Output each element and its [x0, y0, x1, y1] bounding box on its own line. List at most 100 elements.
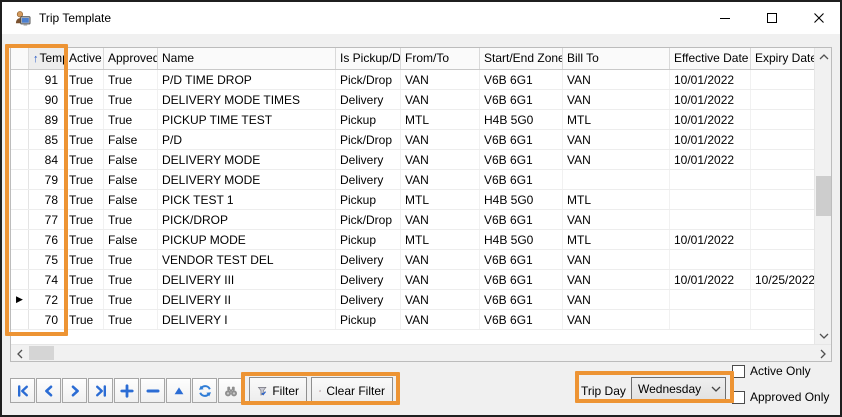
cell-temp[interactable]: 84: [29, 150, 65, 169]
first-record-button[interactable]: [10, 378, 35, 403]
row-selector[interactable]: [11, 90, 29, 109]
cell-expiry-date[interactable]: [751, 210, 814, 229]
row-selector[interactable]: [11, 210, 29, 229]
row-selector[interactable]: [11, 310, 29, 329]
table-row[interactable]: 75TrueTrueVENDOR TEST DELDeliveryVANV6B …: [11, 250, 814, 270]
column-header-start-end-zone[interactable]: Start/End Zone: [480, 48, 563, 69]
cell-start-end-zone[interactable]: V6B 6G1: [480, 290, 563, 309]
cell-name[interactable]: PICKUP MODE: [158, 230, 336, 249]
row-selector[interactable]: [11, 170, 29, 189]
vertical-scrollbar[interactable]: [814, 48, 831, 344]
cell-approved[interactable]: True: [104, 290, 158, 309]
row-selector[interactable]: [11, 230, 29, 249]
cell-active[interactable]: True: [65, 270, 104, 289]
cell-effective-date[interactable]: 10/01/2022: [670, 270, 751, 289]
cell-expiry-date[interactable]: [751, 310, 814, 329]
horizontal-scroll-thumb[interactable]: [29, 346, 54, 360]
table-row[interactable]: 85TrueFalseP/DPick/DropVANV6B 6G1VAN10/0…: [11, 130, 814, 150]
cell-bill-to[interactable]: VAN: [563, 150, 670, 169]
cell-bill-to[interactable]: VAN: [563, 270, 670, 289]
cell-from-to[interactable]: VAN: [401, 70, 480, 89]
cell-active[interactable]: True: [65, 230, 104, 249]
cell-effective-date[interactable]: [670, 170, 751, 189]
cell-from-to[interactable]: VAN: [401, 90, 480, 109]
cell-active[interactable]: True: [65, 90, 104, 109]
cell-temp[interactable]: 78: [29, 190, 65, 209]
cell-name[interactable]: VENDOR TEST DEL: [158, 250, 336, 269]
cell-from-to[interactable]: MTL: [401, 110, 480, 129]
cell-from-to[interactable]: MTL: [401, 190, 480, 209]
column-header-active[interactable]: Active: [65, 48, 104, 69]
cell-temp[interactable]: 76: [29, 230, 65, 249]
cell-is-pickup-drop[interactable]: Pick/Drop: [336, 130, 401, 149]
cell-expiry-date[interactable]: 10/25/2022: [751, 270, 814, 289]
cell-name[interactable]: DELIVERY MODE: [158, 170, 336, 189]
cell-name[interactable]: P/D TIME DROP: [158, 70, 336, 89]
cell-is-pickup-drop[interactable]: Pickup: [336, 310, 401, 329]
cell-start-end-zone[interactable]: V6B 6G1: [480, 170, 563, 189]
cell-from-to[interactable]: VAN: [401, 310, 480, 329]
cell-approved[interactable]: True: [104, 250, 158, 269]
cell-active[interactable]: True: [65, 150, 104, 169]
minimize-button[interactable]: [705, 2, 745, 33]
row-selector[interactable]: [11, 150, 29, 169]
cell-approved[interactable]: False: [104, 230, 158, 249]
cell-from-to[interactable]: VAN: [401, 290, 480, 309]
cell-active[interactable]: True: [65, 310, 104, 329]
cell-is-pickup-drop[interactable]: Delivery: [336, 170, 401, 189]
current-row-marker[interactable]: ▶: [11, 290, 29, 309]
cell-from-to[interactable]: MTL: [401, 230, 480, 249]
cell-start-end-zone[interactable]: V6B 6G1: [480, 250, 563, 269]
cell-effective-date[interactable]: [670, 290, 751, 309]
cell-start-end-zone[interactable]: V6B 6G1: [480, 70, 563, 89]
table-row[interactable]: 70TrueTrueDELIVERY IPickupVANV6B 6G1VAN: [11, 310, 814, 330]
cell-bill-to[interactable]: [563, 170, 670, 189]
cell-start-end-zone[interactable]: V6B 6G1: [480, 270, 563, 289]
cell-from-to[interactable]: VAN: [401, 210, 480, 229]
search-button[interactable]: [218, 378, 243, 403]
cell-bill-to[interactable]: MTL: [563, 110, 670, 129]
approved-only-checkbox[interactable]: [732, 391, 745, 404]
table-row[interactable]: 78TrueFalsePICK TEST 1PickupMTLH4B 5G0MT…: [11, 190, 814, 210]
cell-active[interactable]: True: [65, 130, 104, 149]
cell-from-to[interactable]: VAN: [401, 130, 480, 149]
cell-start-end-zone[interactable]: H4B 5G0: [480, 190, 563, 209]
cell-is-pickup-drop[interactable]: Pick/Drop: [336, 70, 401, 89]
cell-expiry-date[interactable]: [751, 150, 814, 169]
cell-bill-to[interactable]: MTL: [563, 190, 670, 209]
cell-bill-to[interactable]: VAN: [563, 290, 670, 309]
cell-start-end-zone[interactable]: V6B 6G1: [480, 150, 563, 169]
scroll-up-icon[interactable]: [815, 48, 832, 65]
cell-is-pickup-drop[interactable]: Delivery: [336, 250, 401, 269]
row-selector[interactable]: [11, 70, 29, 89]
cell-from-to[interactable]: VAN: [401, 170, 480, 189]
cell-temp[interactable]: 72: [29, 290, 65, 309]
cell-approved[interactable]: False: [104, 170, 158, 189]
column-header-approved[interactable]: Approved: [104, 48, 158, 69]
cell-expiry-date[interactable]: [751, 250, 814, 269]
column-header-effective-date[interactable]: Effective Date: [670, 48, 751, 69]
cell-expiry-date[interactable]: [751, 70, 814, 89]
cell-expiry-date[interactable]: [751, 170, 814, 189]
cell-temp[interactable]: 75: [29, 250, 65, 269]
cell-from-to[interactable]: VAN: [401, 270, 480, 289]
cell-name[interactable]: DELIVERY III: [158, 270, 336, 289]
active-only-checkbox[interactable]: [732, 365, 745, 378]
cell-is-pickup-drop[interactable]: Pickup: [336, 230, 401, 249]
cell-bill-to[interactable]: VAN: [563, 90, 670, 109]
cell-effective-date[interactable]: 10/01/2022: [670, 90, 751, 109]
cell-temp[interactable]: 85: [29, 130, 65, 149]
cell-temp[interactable]: 77: [29, 210, 65, 229]
cell-is-pickup-drop[interactable]: Pick/Drop: [336, 210, 401, 229]
cell-is-pickup-drop[interactable]: Pickup: [336, 190, 401, 209]
cell-approved[interactable]: False: [104, 150, 158, 169]
cell-name[interactable]: PICK/DROP: [158, 210, 336, 229]
scroll-right-icon[interactable]: [814, 345, 831, 362]
cell-from-to[interactable]: VAN: [401, 150, 480, 169]
cell-bill-to[interactable]: VAN: [563, 210, 670, 229]
table-row[interactable]: 84TrueFalseDELIVERY MODEDeliveryVANV6B 6…: [11, 150, 814, 170]
cell-start-end-zone[interactable]: V6B 6G1: [480, 130, 563, 149]
cell-temp[interactable]: 79: [29, 170, 65, 189]
cell-start-end-zone[interactable]: V6B 6G1: [480, 310, 563, 329]
cell-effective-date[interactable]: 10/01/2022: [670, 70, 751, 89]
